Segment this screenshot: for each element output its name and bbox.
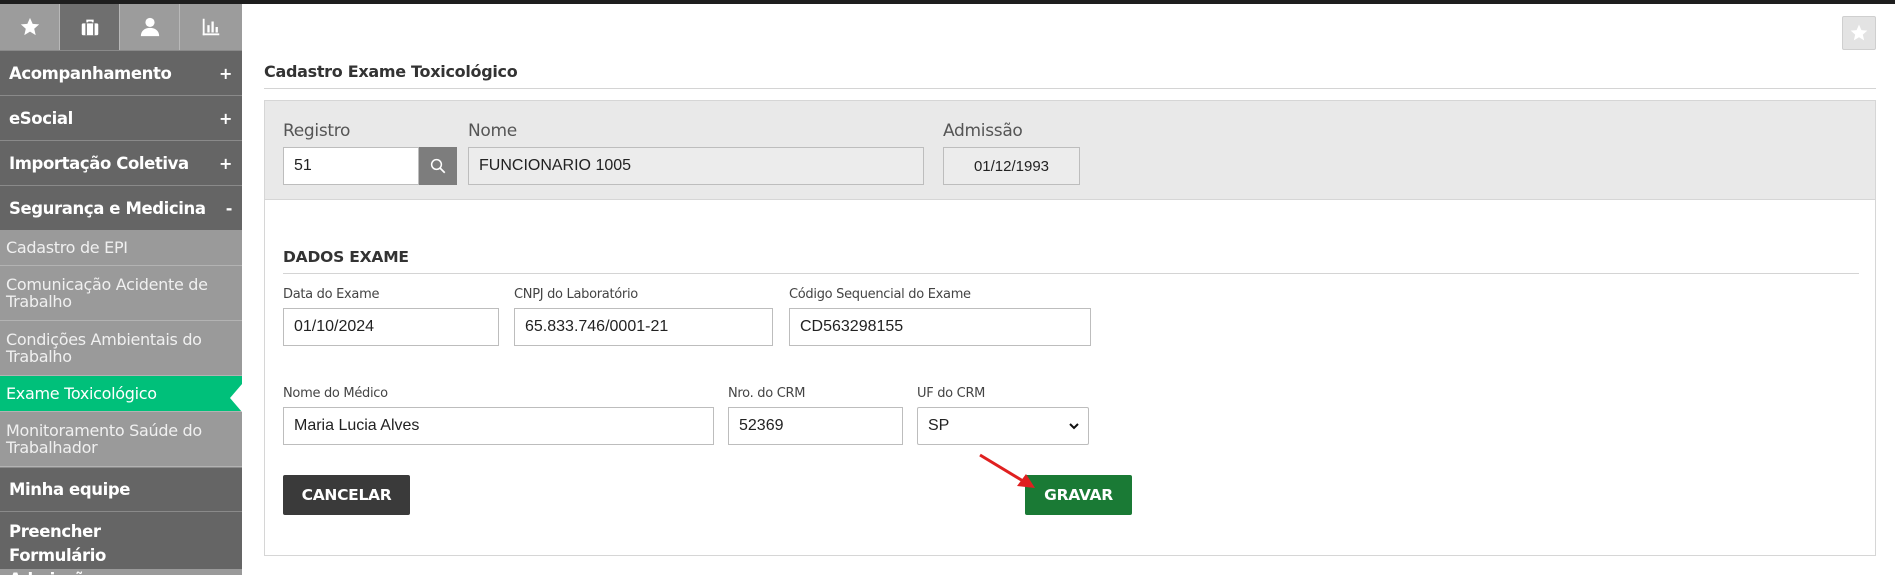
- sidebar-group-seguranca-medicina[interactable]: Segurança e Medicina -: [0, 185, 242, 230]
- tab-profile[interactable]: [120, 4, 180, 50]
- nome-label: Nome: [468, 121, 517, 141]
- medico-input[interactable]: Maria Lucia Alves: [283, 407, 714, 445]
- chevron-down-icon: [1069, 423, 1079, 430]
- sidebar-item-label: Exame Toxicológico: [6, 384, 157, 403]
- sidebar-group-esocial[interactable]: eSocial +: [0, 95, 242, 140]
- divider: [283, 273, 1859, 274]
- exam-form: DADOS EXAME Data do Exame 01/10/2024 CNP…: [264, 200, 1876, 556]
- save-button[interactable]: GRAVAR: [1025, 475, 1132, 515]
- favorite-button[interactable]: [1842, 16, 1876, 50]
- medico-label: Nome do Médico: [283, 386, 388, 401]
- star-icon: [20, 17, 39, 36]
- sidebar-group-label: Segurança e Medicina: [9, 198, 206, 218]
- admissao-field: 01/12/1993: [943, 147, 1080, 185]
- tab-reports[interactable]: [180, 4, 242, 50]
- data-exame-label: Data do Exame: [283, 287, 380, 302]
- data-exame-input[interactable]: 01/10/2024: [283, 308, 499, 346]
- sidebar-item-exame-toxicologico[interactable]: Exame Toxicológico: [0, 376, 242, 412]
- search-icon: [430, 158, 446, 174]
- tab-work[interactable]: [60, 4, 120, 50]
- sidebar-item-label: Comunicação Acidente de Trabalho: [6, 275, 208, 311]
- sidebar-item-preencher-formulario[interactable]: Preencher Formulário Admissão: [0, 511, 242, 575]
- sidebar-item-cadastro-epi[interactable]: Cadastro de EPI: [0, 230, 242, 266]
- uf-select[interactable]: SP: [917, 407, 1089, 445]
- codigo-label: Código Sequencial do Exame: [789, 287, 971, 302]
- main-content: Cadastro Exame Toxicológico Registro 51 …: [242, 4, 1895, 575]
- sidebar-group-label: eSocial: [9, 108, 73, 128]
- sidebar-group-label: Preencher Formulário Admissão: [9, 522, 106, 575]
- cancel-button[interactable]: CANCELAR: [283, 475, 410, 515]
- sidebar-icon-tabs: [0, 4, 242, 50]
- expand-icon: +: [218, 108, 232, 128]
- sidebar-group-acompanhamento[interactable]: Acompanhamento +: [0, 50, 242, 95]
- registro-input[interactable]: 51: [283, 147, 419, 185]
- collapse-icon: -: [225, 198, 233, 218]
- page-title: Cadastro Exame Toxicológico: [264, 62, 518, 81]
- expand-icon: +: [218, 63, 232, 83]
- cnpj-label: CNPJ do Laboratório: [514, 287, 638, 302]
- sidebar-item-monitoramento-saude[interactable]: Monitoramento Saúde do Trabalhador: [0, 412, 242, 467]
- codigo-input[interactable]: CD563298155: [789, 308, 1091, 346]
- sidebar-group-label: Importação Coletiva: [9, 153, 189, 173]
- bar-chart-icon: [202, 18, 220, 36]
- crm-input[interactable]: 52369: [728, 407, 903, 445]
- sidebar-item-minha-equipe[interactable]: Minha equipe: [0, 467, 242, 511]
- sidebar-item-label: Monitoramento Saúde do Trabalhador: [6, 421, 202, 457]
- crm-label: Nro. do CRM: [728, 386, 806, 401]
- sidebar-group-importacao-coletiva[interactable]: Importação Coletiva +: [0, 140, 242, 185]
- briefcase-icon: [81, 19, 98, 36]
- cnpj-input[interactable]: 65.833.746/0001-21: [514, 308, 773, 346]
- registro-label: Registro: [283, 121, 351, 141]
- sidebar-item-label: Cadastro de EPI: [6, 238, 128, 257]
- star-icon: [1850, 24, 1868, 41]
- uf-select-value: SP: [928, 417, 950, 434]
- nome-field: FUNCIONARIO 1005: [468, 147, 924, 185]
- admissao-label: Admissão: [943, 121, 1023, 141]
- sidebar-group-label: Minha equipe: [9, 480, 131, 499]
- annotation-arrow-icon: [979, 453, 1035, 488]
- sidebar: Acompanhamento + eSocial + Importação Co…: [0, 4, 242, 575]
- tab-favorites[interactable]: [0, 4, 60, 50]
- sidebar-item-label: Condições Ambientais do Trabalho: [6, 330, 202, 366]
- uf-label: UF do CRM: [917, 386, 986, 401]
- sidebar-item-comunicacao-acidente[interactable]: Comunicação Acidente de Trabalho: [0, 266, 242, 321]
- sidebar-item-condicoes-ambientais[interactable]: Condições Ambientais do Trabalho: [0, 321, 242, 376]
- divider: [264, 88, 1876, 89]
- user-icon: [140, 17, 159, 37]
- employee-header: Registro 51 Nome FUNCIONARIO 1005 Admiss…: [264, 100, 1876, 200]
- section-title: DADOS EXAME: [283, 248, 409, 266]
- search-button[interactable]: [419, 147, 457, 185]
- sidebar-group-label: Acompanhamento: [9, 63, 172, 83]
- expand-icon: +: [218, 153, 232, 173]
